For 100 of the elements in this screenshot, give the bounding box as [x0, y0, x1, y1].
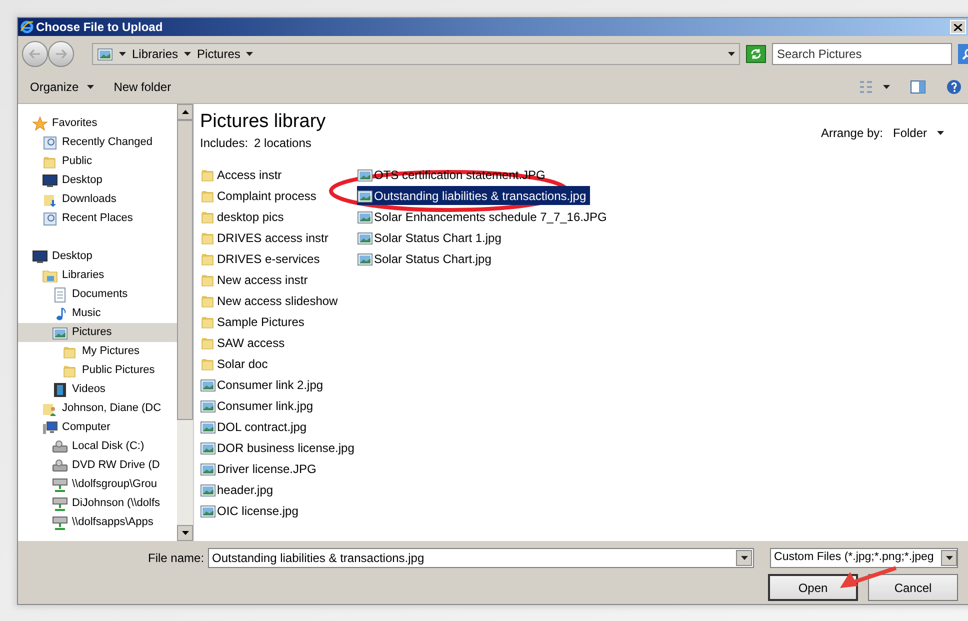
file-item[interactable]: Outstanding liabilities & transactions.jpg	[357, 186, 590, 205]
close-button[interactable]	[950, 20, 966, 34]
file-item[interactable]: Consumer link.jpg	[200, 396, 318, 415]
image-file-icon	[200, 440, 216, 456]
back-arrow-icon	[29, 48, 41, 58]
image-file-icon	[200, 482, 216, 498]
arrange-by-dropdown[interactable]: Folder	[892, 124, 944, 142]
nav-item[interactable]: Desktop	[18, 247, 178, 266]
nav-item[interactable]: Libraries	[18, 266, 178, 285]
drive-icon	[52, 438, 68, 454]
nav-item[interactable]: Desktop	[18, 171, 178, 190]
nav-item[interactable]: Computer	[18, 418, 178, 437]
image-file-icon	[52, 324, 68, 340]
file-item[interactable]: Driver license.JPG	[200, 459, 320, 478]
image-file-icon	[357, 230, 373, 246]
close-icon	[954, 24, 962, 30]
window-title: Choose File to Upload	[36, 19, 164, 36]
nav-item[interactable]: Music	[18, 304, 178, 323]
file-item[interactable]: DRIVES e-services	[200, 249, 324, 268]
dialog-button[interactable]: Cancel	[868, 574, 958, 601]
computer-icon	[42, 420, 58, 436]
file-item[interactable]: Consumer link 2.jpg	[200, 375, 328, 394]
file-item[interactable]: SAW access	[200, 333, 289, 352]
nav-item[interactable]: Public	[18, 152, 178, 171]
new-folder-button[interactable]: New folder	[114, 78, 172, 96]
file-name-label: File name:	[148, 550, 204, 567]
file-name-field[interactable]: Outstanding liabilities & transactions.jpg	[208, 548, 754, 568]
monitor-icon	[32, 248, 48, 264]
breadcrumb-link[interactable]: Pictures	[197, 44, 240, 62]
file-item[interactable]: Solar Enhancements schedule 7_7_16.JPG	[357, 207, 611, 226]
file-item[interactable]: Solar doc	[200, 354, 272, 373]
nav-item[interactable]: Recently Changed	[18, 133, 178, 152]
preview-pane-button[interactable]	[910, 80, 926, 94]
nav-item[interactable]: Public Pictures	[18, 361, 178, 380]
browser-logo-icon	[20, 20, 34, 34]
file-item[interactable]: Sample Pictures	[200, 312, 308, 331]
address-bar[interactable]: Libraries Pictures	[92, 42, 740, 64]
nav-item[interactable]: Videos	[18, 380, 178, 399]
file-type-dropdown[interactable]: Custom Files (*.jpg;*.png;*.jpeg	[770, 548, 958, 568]
file-item[interactable]: Access instr	[200, 165, 286, 184]
image-file-icon	[200, 460, 216, 476]
file-item[interactable]: Solar Status Chart.jpg	[357, 249, 496, 268]
organize-button[interactable]: Organize	[30, 78, 94, 96]
scrollbar[interactable]	[177, 104, 193, 541]
nav-item[interactable]: My Pictures	[18, 342, 178, 361]
arrange-by-label: Arrange by:	[820, 125, 883, 142]
image-file-icon	[200, 418, 216, 434]
nav-item[interactable]: Recent Places	[18, 209, 178, 228]
caret-icon	[86, 85, 94, 89]
file-item[interactable]: Solar Status Chart 1.jpg	[357, 228, 506, 247]
file-item[interactable]: OIC license.jpg	[200, 501, 302, 520]
file-item[interactable]: header.jpg	[200, 480, 278, 499]
nav-item[interactable]: Favorites	[18, 114, 178, 133]
help-button[interactable]	[946, 79, 962, 95]
dropdown-arrow-icon	[946, 556, 953, 560]
breadcrumb-link[interactable]: Libraries	[132, 44, 178, 62]
includes-label: Includes:	[200, 135, 248, 152]
scroll-down-icon	[182, 531, 188, 535]
nav-item[interactable]: Johnson, Diane (DC	[18, 399, 178, 418]
dropdown-arrow-icon	[728, 52, 735, 56]
view-options-button[interactable]	[859, 80, 890, 94]
file-item[interactable]: New access slideshow	[200, 291, 342, 310]
image-file-icon	[357, 188, 373, 204]
dialog-button[interactable]: Open	[768, 574, 858, 601]
search-field[interactable]: Search Pictures	[772, 42, 952, 64]
image-file-icon	[357, 208, 373, 224]
dropdown-arrow-icon	[740, 556, 748, 560]
file-item[interactable]: DOL contract.jpg	[200, 417, 311, 436]
image-file-icon	[97, 46, 113, 62]
locations-link[interactable]: 2 locations	[254, 134, 312, 152]
forward-button[interactable]	[48, 40, 74, 66]
back-button[interactable]	[22, 40, 48, 66]
refresh-button[interactable]	[746, 44, 766, 62]
film-icon	[52, 382, 68, 398]
document-icon	[52, 286, 68, 302]
forward-arrow-icon	[55, 48, 67, 58]
file-item[interactable]: desktop pics	[200, 207, 288, 226]
nav-item[interactable]: Documents	[18, 285, 178, 304]
drive-icon	[52, 458, 68, 474]
dropdown-button[interactable]	[736, 550, 752, 566]
breadcrumb-arrow-icon	[184, 52, 192, 56]
image-file-icon	[200, 502, 216, 518]
nav-item[interactable]: Downloads	[18, 190, 178, 209]
scroll-up-icon	[182, 110, 188, 114]
nav-item[interactable]: Local Disk (C:)	[18, 437, 178, 456]
image-file-icon	[200, 398, 216, 414]
file-item[interactable]: DOR business license.jpg	[200, 438, 358, 457]
file-item[interactable]: Complaint process	[200, 186, 320, 205]
image-file-icon	[357, 166, 373, 182]
nav-item[interactable]: \\dolfsgroup\Grou	[18, 475, 178, 494]
file-item[interactable]: DRIVES access instr	[200, 228, 332, 247]
nav-item[interactable]: Pictures	[18, 323, 178, 342]
network-drive-icon	[52, 476, 68, 492]
nav-item[interactable]: DVD RW Drive (D	[18, 456, 178, 475]
caret-icon	[883, 85, 890, 89]
image-file-icon	[357, 250, 373, 266]
nav-item[interactable]: \\dolfsapps\Apps	[18, 513, 178, 532]
monitor-icon	[42, 172, 58, 188]
nav-item[interactable]: DiJohnson (\\dolfs	[18, 494, 178, 513]
file-item[interactable]: New access instr	[200, 270, 312, 289]
